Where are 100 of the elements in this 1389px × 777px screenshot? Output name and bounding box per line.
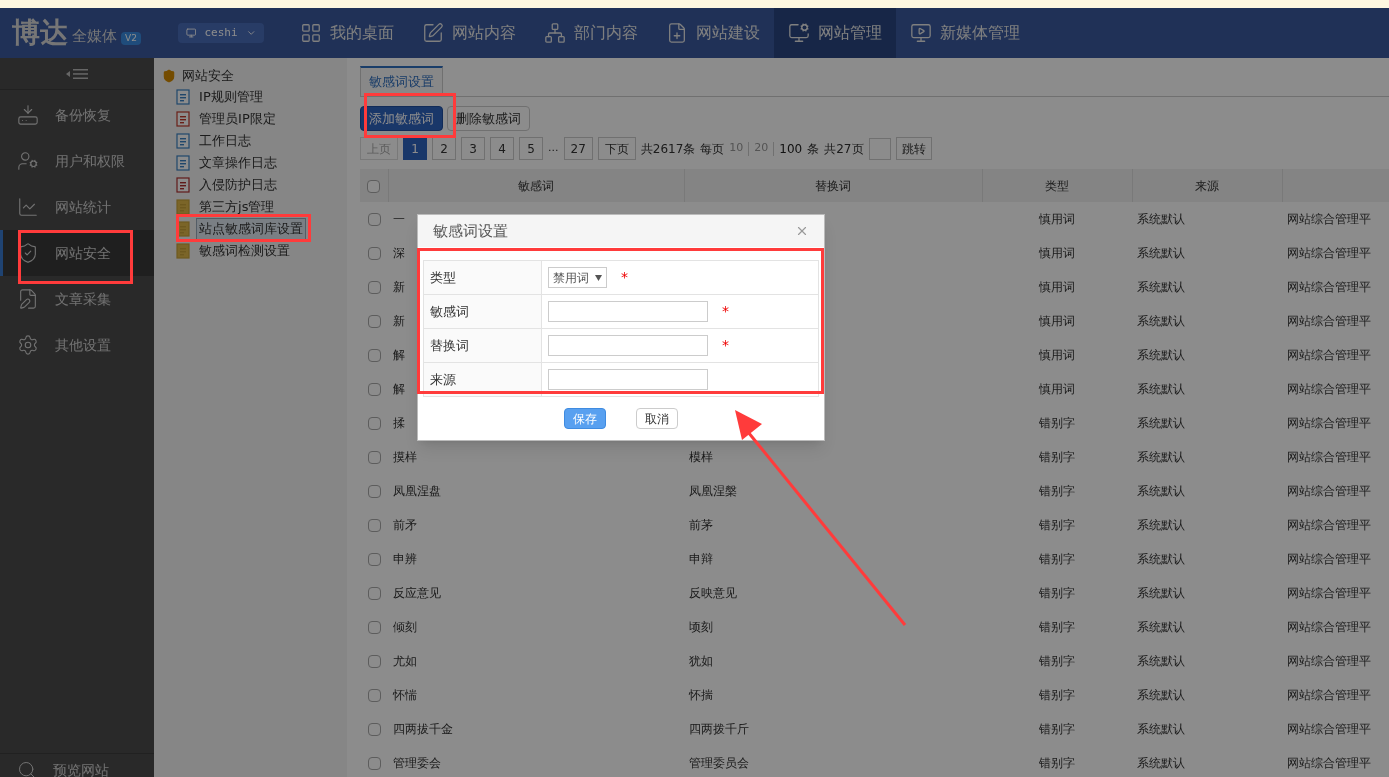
jump-field[interactable] bbox=[868, 137, 891, 160]
type-select[interactable]: 禁用词 bbox=[548, 267, 607, 288]
sidebar-icon bbox=[17, 196, 39, 218]
nav-tab[interactable]: 网站建设 bbox=[652, 8, 774, 58]
pagination-button[interactable]: 3 bbox=[461, 137, 485, 160]
tree-item[interactable]: 站点敏感词库设置 bbox=[196, 218, 307, 240]
nav-tab[interactable]: 我的桌面 bbox=[286, 8, 408, 58]
dialog-button[interactable]: 取消 bbox=[636, 408, 678, 429]
nav-tab[interactable]: 网站管理 bbox=[774, 8, 896, 58]
table-cell: 系统默认 bbox=[1137, 280, 1185, 294]
pagination-button[interactable]: 1 bbox=[403, 137, 427, 160]
file-icon bbox=[176, 155, 191, 171]
toolbar-button[interactable]: 删除敏感词 bbox=[447, 106, 530, 131]
checkbox[interactable] bbox=[367, 553, 381, 566]
jump-button[interactable]: 跳转 bbox=[895, 137, 932, 160]
checkbox[interactable] bbox=[367, 315, 381, 328]
nav-tab[interactable]: 部门内容 bbox=[530, 8, 652, 58]
dialog-button[interactable]: 保存 bbox=[564, 408, 606, 429]
table-cell: 系统默认 bbox=[1137, 450, 1185, 464]
checkbox[interactable] bbox=[367, 621, 381, 634]
pagination-button[interactable]: 5 bbox=[519, 137, 543, 160]
site-selector[interactable]: ceshi bbox=[178, 23, 264, 43]
tab[interactable]: 敏感词设置 bbox=[360, 66, 443, 96]
text-field[interactable] bbox=[548, 301, 708, 322]
file-icon bbox=[176, 177, 191, 193]
tree-item[interactable]: 工作日志 bbox=[196, 130, 255, 152]
collapse-icon bbox=[66, 67, 89, 80]
checkbox[interactable] bbox=[367, 485, 381, 498]
tree-item[interactable]: 文章操作日志 bbox=[196, 152, 281, 174]
sidebar-icon bbox=[17, 150, 39, 172]
tree-item[interactable]: IP规则管理 bbox=[196, 86, 266, 108]
nav-icon bbox=[300, 22, 322, 44]
nav-icon bbox=[788, 22, 810, 44]
table-cell: 系统默认 bbox=[1137, 382, 1185, 396]
table-cell: 凤凰涅盘 bbox=[393, 484, 441, 498]
table-cell: 系统默认 bbox=[1137, 620, 1185, 634]
table-cell: 系统默认 bbox=[1137, 518, 1185, 532]
table-cell: 系统默认 bbox=[1137, 246, 1185, 260]
checkbox[interactable] bbox=[367, 587, 381, 600]
table-cell: 申辩 bbox=[689, 552, 713, 566]
required-mark: * bbox=[722, 302, 729, 321]
checkbox[interactable] bbox=[367, 451, 381, 464]
pagination-button[interactable]: 4 bbox=[490, 137, 514, 160]
page-count: 共27页 bbox=[824, 140, 864, 158]
per-page-label: 每页 bbox=[700, 140, 725, 158]
required-mark: * bbox=[722, 336, 729, 355]
table-cell: 网站综合管理平 bbox=[1287, 688, 1371, 702]
table-cell: 错别字 bbox=[1039, 484, 1075, 498]
page-size-option[interactable]: 100 bbox=[779, 139, 803, 158]
table-cell: 系统默认 bbox=[1137, 348, 1185, 362]
search-icon bbox=[17, 760, 37, 777]
checkbox[interactable] bbox=[367, 757, 381, 770]
checkbox[interactable] bbox=[367, 519, 381, 532]
text-field[interactable] bbox=[548, 369, 708, 390]
column-header[interactable]: 类型 bbox=[1045, 178, 1069, 193]
table-cell: 新 bbox=[393, 314, 405, 328]
table-cell: 管理委会 bbox=[393, 756, 441, 770]
checkbox[interactable] bbox=[367, 417, 381, 430]
checkbox[interactable] bbox=[367, 349, 381, 362]
checkbox[interactable] bbox=[367, 723, 381, 736]
table-cell: 网站综合管理平 bbox=[1287, 756, 1371, 770]
column-header[interactable]: 敏感词 bbox=[518, 178, 554, 193]
close-icon[interactable] bbox=[795, 224, 809, 238]
table-cell: 管理委员会 bbox=[689, 756, 749, 770]
nav-icon bbox=[422, 22, 444, 44]
checkbox[interactable] bbox=[367, 281, 381, 294]
pagination-button[interactable]: 27 bbox=[563, 137, 593, 160]
tree-item[interactable]: 入侵防护日志 bbox=[196, 174, 281, 196]
tree-item[interactable]: 第三方js管理 bbox=[196, 196, 278, 218]
tree-item[interactable]: 网站安全 bbox=[182, 66, 235, 86]
logo-subtitle: 全媒体 bbox=[72, 25, 117, 47]
column-header[interactable]: 替换词 bbox=[815, 178, 851, 193]
tree-item[interactable]: 敏感词检测设置 bbox=[196, 240, 294, 262]
checkbox[interactable] bbox=[367, 213, 381, 226]
table-cell: 系统默认 bbox=[1137, 586, 1185, 600]
table-cell: 申辨 bbox=[393, 552, 417, 566]
checkbox[interactable] bbox=[367, 179, 381, 193]
table-cell: 网站综合管理平 bbox=[1287, 654, 1371, 668]
table-cell: 网站综合管理平 bbox=[1287, 450, 1371, 464]
file-icon bbox=[176, 111, 191, 127]
pagination-button[interactable]: 下页 bbox=[597, 137, 636, 160]
column-header[interactable]: 来源 bbox=[1195, 178, 1219, 193]
checkbox[interactable] bbox=[367, 689, 381, 702]
tree-item[interactable]: 管理员IP限定 bbox=[196, 108, 279, 130]
table-cell: 错别字 bbox=[1039, 518, 1075, 532]
table-cell: 网站综合管理平 bbox=[1287, 722, 1371, 736]
table-cell: 模样 bbox=[689, 450, 713, 464]
nav-tab[interactable]: 新媒体管理 bbox=[896, 8, 1034, 58]
required-mark: * bbox=[621, 268, 628, 287]
table-cell: 新 bbox=[393, 280, 405, 294]
table-cell: 深 bbox=[393, 246, 405, 260]
nav-tab[interactable]: 网站内容 bbox=[408, 8, 530, 58]
toolbar-button[interactable]: 添加敏感词 bbox=[360, 106, 443, 131]
table-cell: 前矛 bbox=[393, 518, 417, 532]
sidebar-icon bbox=[17, 288, 39, 310]
pagination-button[interactable]: 2 bbox=[432, 137, 456, 160]
checkbox[interactable] bbox=[367, 247, 381, 260]
text-field[interactable] bbox=[548, 335, 708, 356]
checkbox[interactable] bbox=[367, 655, 381, 668]
checkbox[interactable] bbox=[367, 383, 381, 396]
